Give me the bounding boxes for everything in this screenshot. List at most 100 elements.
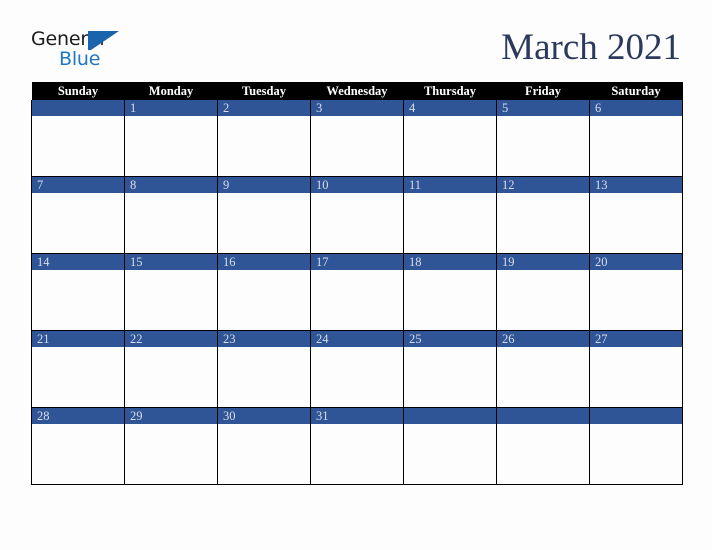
calendar-day-cell[interactable]: 12 bbox=[496, 176, 590, 254]
day-number: 29 bbox=[125, 408, 217, 424]
calendar-day-cell[interactable]: 26 bbox=[496, 330, 590, 408]
day-number: 9 bbox=[218, 177, 310, 193]
calendar-day-cell[interactable]: 27 bbox=[589, 330, 683, 408]
day-number: 14 bbox=[32, 254, 124, 270]
day-events-area[interactable] bbox=[311, 347, 403, 407]
calendar-day-cell[interactable]: 19 bbox=[496, 253, 590, 331]
day-events-area[interactable] bbox=[32, 347, 124, 407]
calendar-day-cell[interactable] bbox=[31, 100, 125, 177]
calendar-day-cell[interactable]: 20 bbox=[589, 253, 683, 331]
calendar-day-cell[interactable]: 1 bbox=[124, 100, 218, 177]
day-events-area[interactable] bbox=[218, 424, 310, 484]
weekday-header-sunday: Sunday bbox=[31, 82, 125, 100]
calendar-day-cell[interactable]: 24 bbox=[310, 330, 404, 408]
calendar-day-cell[interactable]: 10 bbox=[310, 176, 404, 254]
day-events-area[interactable] bbox=[590, 116, 682, 176]
day-events-area[interactable] bbox=[32, 116, 124, 176]
calendar-day-cell[interactable]: 22 bbox=[124, 330, 218, 408]
day-events-area[interactable] bbox=[497, 424, 589, 484]
day-events-area[interactable] bbox=[497, 116, 589, 176]
day-events-area[interactable] bbox=[590, 270, 682, 330]
calendar-week-row: 21 22 23 24 25 26 27 bbox=[31, 330, 683, 408]
day-number: 18 bbox=[404, 254, 496, 270]
day-events-area[interactable] bbox=[311, 193, 403, 253]
calendar-day-cell[interactable]: 14 bbox=[31, 253, 125, 331]
calendar-day-cell[interactable]: 21 bbox=[31, 330, 125, 408]
calendar-week-row: 7 8 9 10 11 12 13 bbox=[31, 176, 683, 254]
day-number: 3 bbox=[311, 100, 403, 116]
calendar-day-cell[interactable]: 5 bbox=[496, 100, 590, 177]
general-blue-logo: General Blue bbox=[31, 29, 151, 73]
calendar-day-cell[interactable] bbox=[589, 407, 683, 485]
day-events-area[interactable] bbox=[218, 270, 310, 330]
day-number: 30 bbox=[218, 408, 310, 424]
day-events-area[interactable] bbox=[404, 347, 496, 407]
calendar-day-cell[interactable]: 15 bbox=[124, 253, 218, 331]
day-number: 11 bbox=[404, 177, 496, 193]
calendar-day-cell[interactable]: 25 bbox=[403, 330, 497, 408]
calendar-day-cell[interactable]: 31 bbox=[310, 407, 404, 485]
day-events-area[interactable] bbox=[497, 347, 589, 407]
day-events-area[interactable] bbox=[404, 270, 496, 330]
day-number: 26 bbox=[497, 331, 589, 347]
day-events-area[interactable] bbox=[32, 270, 124, 330]
day-events-area[interactable] bbox=[32, 193, 124, 253]
day-events-area[interactable] bbox=[404, 116, 496, 176]
calendar-day-cell[interactable]: 13 bbox=[589, 176, 683, 254]
day-events-area[interactable] bbox=[125, 116, 217, 176]
day-events-area[interactable] bbox=[590, 424, 682, 484]
day-events-area[interactable] bbox=[311, 424, 403, 484]
calendar-header-row: Sunday Monday Tuesday Wednesday Thursday… bbox=[31, 82, 683, 100]
day-events-area[interactable] bbox=[32, 424, 124, 484]
day-events-area[interactable] bbox=[125, 193, 217, 253]
weekday-header-tuesday: Tuesday bbox=[217, 82, 311, 100]
weekday-header-wednesday: Wednesday bbox=[310, 82, 404, 100]
day-events-area[interactable] bbox=[125, 347, 217, 407]
calendar-week-row: 1 2 3 4 5 6 bbox=[31, 100, 683, 177]
day-events-area[interactable] bbox=[497, 270, 589, 330]
day-number: 6 bbox=[590, 100, 682, 116]
day-events-area[interactable] bbox=[404, 193, 496, 253]
day-events-area[interactable] bbox=[497, 193, 589, 253]
day-events-area[interactable] bbox=[218, 116, 310, 176]
day-number: 5 bbox=[497, 100, 589, 116]
calendar-day-cell[interactable]: 7 bbox=[31, 176, 125, 254]
day-number: 15 bbox=[125, 254, 217, 270]
day-events-area[interactable] bbox=[218, 193, 310, 253]
calendar-week-row: 28 29 30 31 bbox=[31, 407, 683, 485]
day-number: 22 bbox=[125, 331, 217, 347]
calendar-day-cell[interactable]: 17 bbox=[310, 253, 404, 331]
calendar-day-cell[interactable] bbox=[403, 407, 497, 485]
calendar-day-cell[interactable]: 6 bbox=[589, 100, 683, 177]
calendar-day-cell[interactable]: 28 bbox=[31, 407, 125, 485]
day-events-area[interactable] bbox=[311, 270, 403, 330]
day-number bbox=[404, 408, 496, 424]
day-events-area[interactable] bbox=[125, 424, 217, 484]
calendar-day-cell[interactable]: 3 bbox=[310, 100, 404, 177]
day-number bbox=[497, 408, 589, 424]
calendar-day-cell[interactable]: 9 bbox=[217, 176, 311, 254]
day-events-area[interactable] bbox=[590, 347, 682, 407]
day-events-area[interactable] bbox=[311, 116, 403, 176]
calendar-day-cell[interactable]: 8 bbox=[124, 176, 218, 254]
calendar-day-cell[interactable]: 23 bbox=[217, 330, 311, 408]
page-title: March 2021 bbox=[501, 27, 681, 68]
calendar-day-cell[interactable] bbox=[496, 407, 590, 485]
calendar-day-cell[interactable]: 4 bbox=[403, 100, 497, 177]
calendar-day-cell[interactable]: 11 bbox=[403, 176, 497, 254]
calendar-day-cell[interactable]: 16 bbox=[217, 253, 311, 331]
calendar-day-cell[interactable]: 18 bbox=[403, 253, 497, 331]
day-number: 31 bbox=[311, 408, 403, 424]
calendar-day-cell[interactable]: 30 bbox=[217, 407, 311, 485]
day-events-area[interactable] bbox=[590, 193, 682, 253]
day-number: 17 bbox=[311, 254, 403, 270]
calendar-day-cell[interactable]: 29 bbox=[124, 407, 218, 485]
day-number: 20 bbox=[590, 254, 682, 270]
day-events-area[interactable] bbox=[404, 424, 496, 484]
day-events-area[interactable] bbox=[218, 347, 310, 407]
day-number bbox=[590, 408, 682, 424]
day-events-area[interactable] bbox=[125, 270, 217, 330]
day-number: 25 bbox=[404, 331, 496, 347]
calendar-day-cell[interactable]: 2 bbox=[217, 100, 311, 177]
day-number: 4 bbox=[404, 100, 496, 116]
